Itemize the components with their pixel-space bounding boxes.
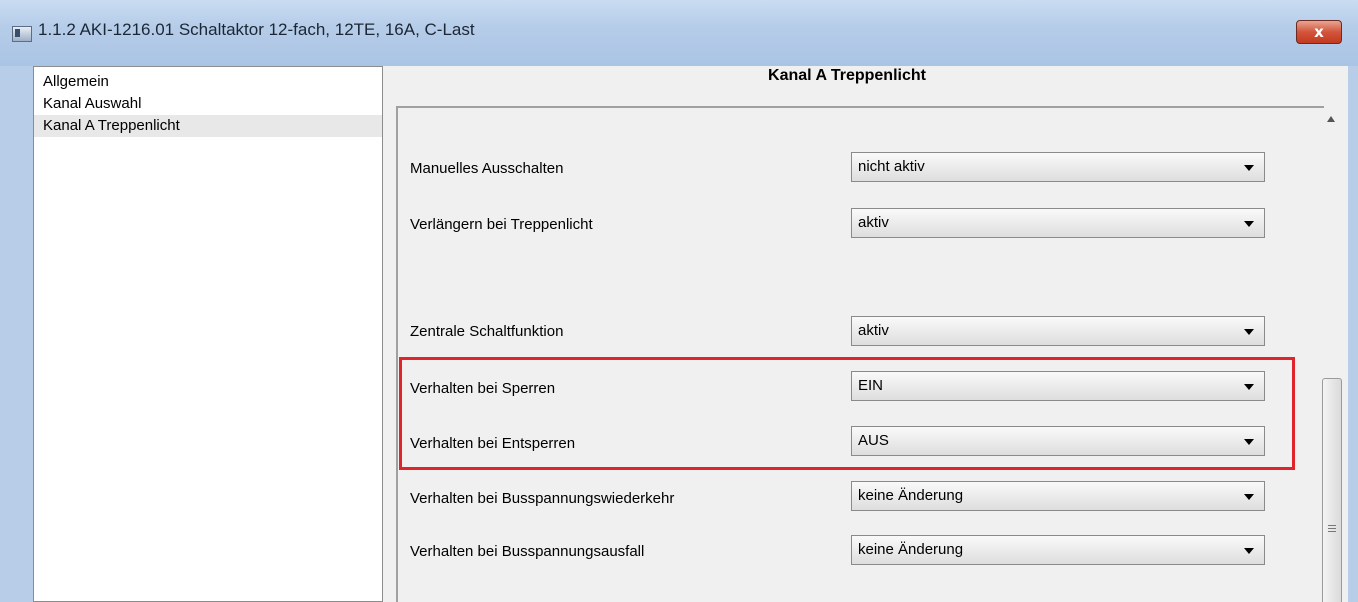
param-label: Verhalten bei Busspannungswiederkehr (410, 490, 675, 507)
param-select-busspannungsausfall[interactable]: keine Änderung (851, 535, 1265, 565)
dialog-window: 1.1.2 AKI-1216.01 Schaltaktor 12-fach, 1… (0, 0, 1358, 602)
title-bar[interactable]: 1.1.2 AKI-1216.01 Schaltaktor 12-fach, 1… (0, 0, 1358, 66)
app-icon (12, 26, 32, 42)
param-select-verlaengern[interactable]: aktiv (851, 208, 1265, 238)
param-label: Manuelles Ausschalten (410, 160, 564, 177)
chevron-down-icon (1244, 384, 1254, 390)
window-title: 1.1.2 AKI-1216.01 Schaltaktor 12-fach, 1… (38, 20, 475, 39)
close-button[interactable]: x (1296, 20, 1342, 44)
scroll-thumb[interactable] (1322, 378, 1342, 602)
panel-title: Kanal A Treppenlicht (768, 67, 926, 84)
close-icon: x (1314, 23, 1324, 41)
param-label: Verhalten bei Sperren (410, 380, 556, 397)
tree-item-kanal-a-treppenlicht[interactable]: Kanal A Treppenlicht (34, 115, 382, 137)
param-select-sperren[interactable]: EIN (851, 371, 1265, 401)
param-select-entsperren[interactable]: AUS (851, 426, 1265, 456)
chevron-down-icon (1244, 439, 1254, 445)
param-label: Verlängern bei Treppenlicht (410, 216, 593, 233)
param-select-zentrale-schaltfunktion[interactable]: aktiv (851, 316, 1265, 346)
chevron-down-icon (1244, 494, 1254, 500)
param-label: Verhalten bei Busspannungsausfall (410, 543, 645, 560)
chevron-down-icon (1244, 165, 1254, 171)
grip-icon (1328, 525, 1336, 534)
chevron-down-icon (1244, 548, 1254, 554)
chevron-down-icon (1244, 221, 1254, 227)
parameter-tree: Allgemein Kanal Auswahl Kanal A Treppenl… (33, 66, 383, 602)
window-frame-left (0, 66, 33, 602)
scroll-up-arrow-icon[interactable] (1327, 116, 1335, 122)
param-label: Zentrale Schaltfunktion (410, 323, 564, 340)
vertical-scrollbar[interactable] (1318, 112, 1348, 602)
window-frame-right (1348, 66, 1358, 602)
param-label: Verhalten bei Entsperren (410, 435, 576, 452)
chevron-down-icon (1244, 329, 1254, 335)
param-select-busspannungswiederkehr[interactable]: keine Änderung (851, 481, 1265, 511)
tree-item-kanal-auswahl[interactable]: Kanal Auswahl (34, 93, 382, 115)
tree-item-allgemein[interactable]: Allgemein (34, 71, 382, 93)
param-select-manuelles-ausschalten[interactable]: nicht aktiv (851, 152, 1265, 182)
